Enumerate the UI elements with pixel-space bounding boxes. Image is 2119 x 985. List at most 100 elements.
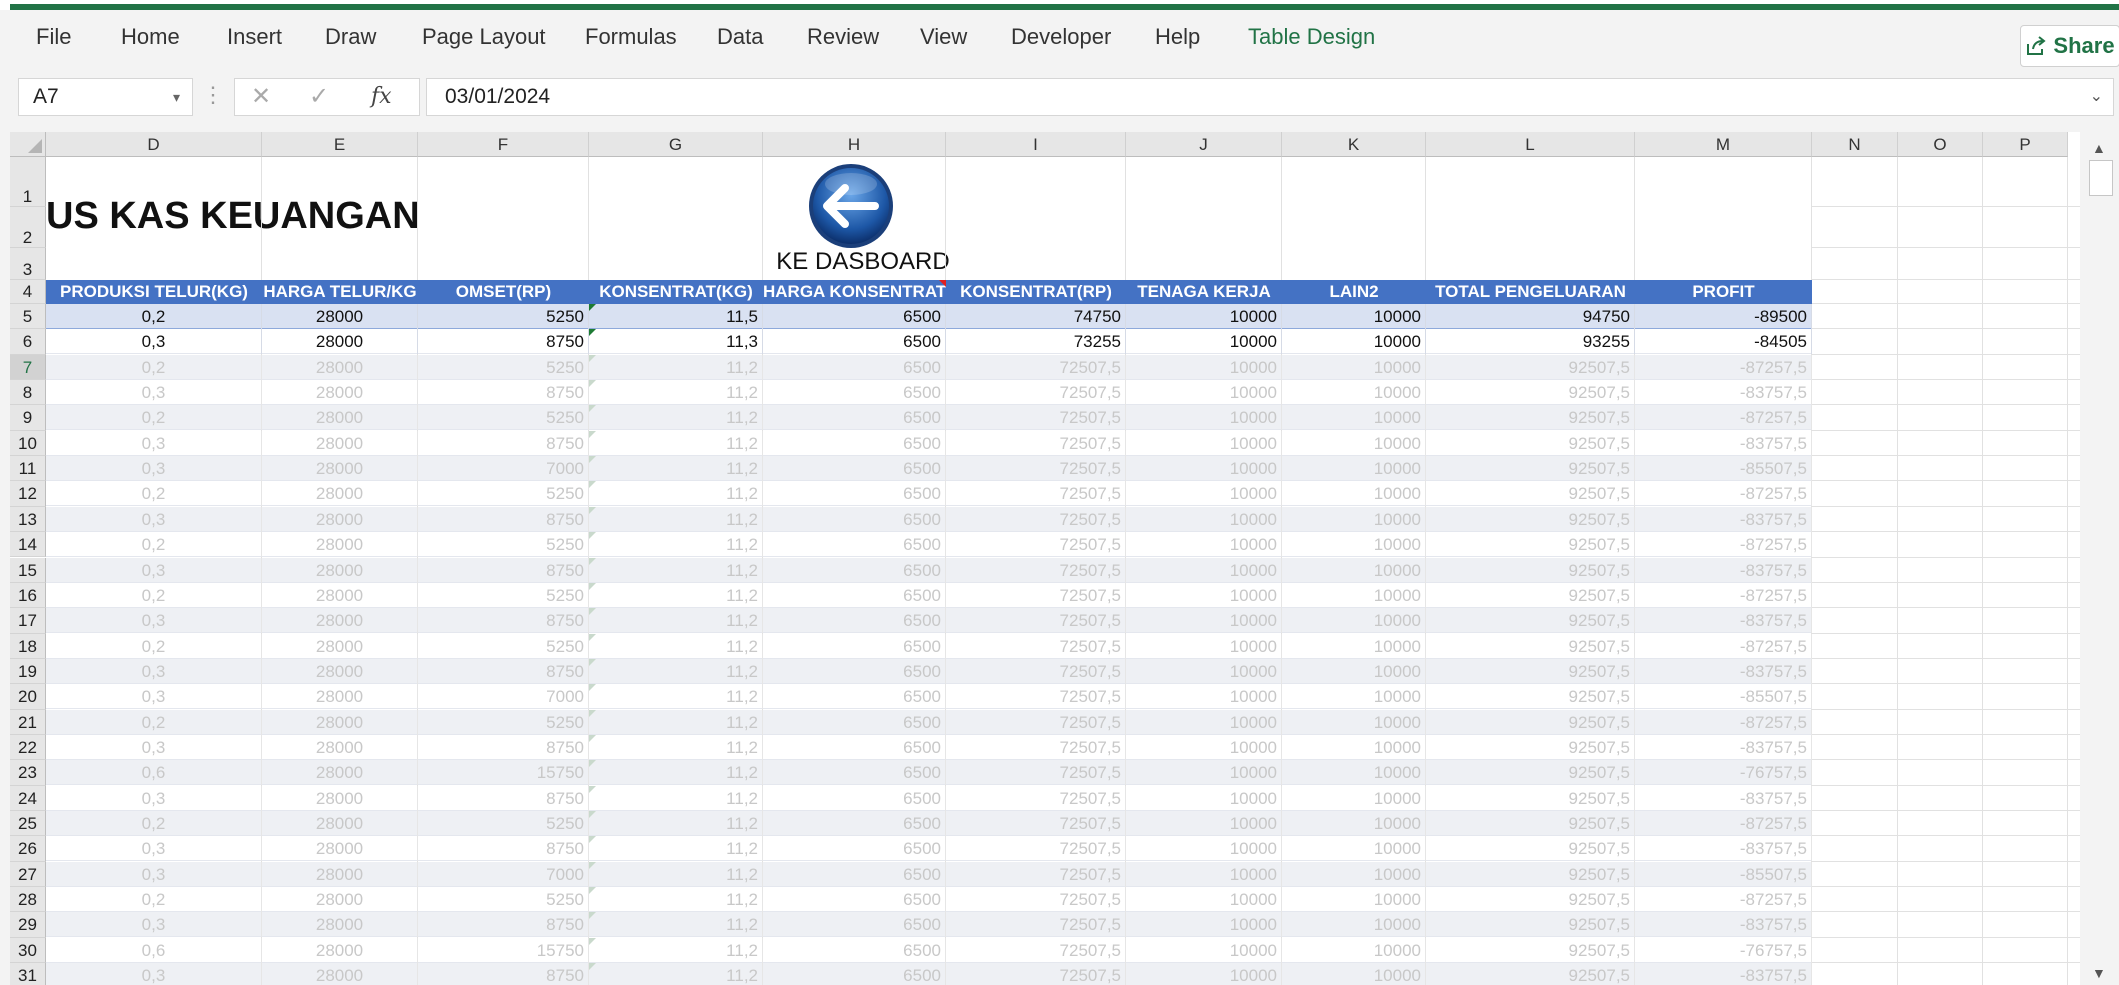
- table-cell[interactable]: 28000: [262, 380, 418, 406]
- row-header[interactable]: 20: [10, 684, 46, 710]
- table-cell[interactable]: 6500: [763, 861, 946, 887]
- table-cell[interactable]: 72507,5: [946, 380, 1126, 406]
- table-cell[interactable]: 10000: [1126, 456, 1282, 482]
- table-cell[interactable]: -83757,5: [1635, 836, 1812, 862]
- table-cell[interactable]: 5250: [418, 887, 589, 913]
- table-cell[interactable]: 10000: [1282, 734, 1426, 760]
- expand-formula-icon[interactable]: ⌄: [2090, 79, 2103, 115]
- table-cell[interactable]: 6500: [763, 785, 946, 811]
- table-cell[interactable]: 28000: [262, 912, 418, 938]
- table-cell[interactable]: 10000: [1126, 304, 1282, 329]
- column-header-j[interactable]: J: [1126, 132, 1282, 157]
- table-cell[interactable]: 10000: [1126, 506, 1282, 532]
- table-cell[interactable]: 10000: [1282, 608, 1426, 634]
- table-cell[interactable]: 28000: [262, 836, 418, 862]
- table-cell[interactable]: 72507,5: [946, 811, 1126, 836]
- table-cell[interactable]: -83757,5: [1635, 380, 1812, 406]
- tab-formulas[interactable]: Formulas: [585, 24, 677, 50]
- table-cell[interactable]: 11,2: [589, 734, 763, 760]
- table-cell[interactable]: 10000: [1282, 937, 1426, 963]
- column-header-n[interactable]: N: [1812, 132, 1898, 157]
- table-cell[interactable]: 5250: [418, 811, 589, 836]
- table-cell[interactable]: 0,3: [46, 329, 262, 355]
- table-cell[interactable]: 92507,5: [1426, 481, 1635, 507]
- table-cell[interactable]: 10000: [1126, 937, 1282, 963]
- tab-file[interactable]: File: [36, 24, 71, 50]
- name-box[interactable]: A7 ▾: [18, 78, 193, 116]
- table-cell[interactable]: 28000: [262, 506, 418, 532]
- row-header[interactable]: 2: [10, 207, 46, 248]
- table-cell[interactable]: 15750: [418, 937, 589, 963]
- table-cell[interactable]: 72507,5: [946, 532, 1126, 558]
- table-cell[interactable]: 11,2: [589, 557, 763, 583]
- table-cell[interactable]: 93255: [1426, 329, 1635, 355]
- table-cell[interactable]: 92507,5: [1426, 506, 1635, 532]
- table-cell[interactable]: -87257,5: [1635, 532, 1812, 558]
- table-cell[interactable]: 28000: [262, 811, 418, 836]
- table-cell[interactable]: 10000: [1126, 329, 1282, 355]
- scroll-down-icon[interactable]: ▼: [2092, 965, 2106, 981]
- table-cell[interactable]: 28000: [262, 456, 418, 482]
- table-cell[interactable]: 6500: [763, 304, 946, 329]
- table-cell[interactable]: 11,2: [589, 760, 763, 786]
- table-cell[interactable]: 0,2: [46, 304, 262, 329]
- table-cell[interactable]: 92507,5: [1426, 380, 1635, 406]
- table-cell[interactable]: 11,2: [589, 811, 763, 836]
- table-cell[interactable]: -76757,5: [1635, 760, 1812, 786]
- table-cell[interactable]: 72507,5: [946, 633, 1126, 659]
- table-cell[interactable]: 72507,5: [946, 760, 1126, 786]
- table-cell[interactable]: 11,2: [589, 456, 763, 482]
- table-header-cell[interactable]: HARGA KONSENTRAT: [763, 280, 946, 304]
- table-cell[interactable]: 0,3: [46, 380, 262, 406]
- table-cell[interactable]: 5250: [418, 582, 589, 608]
- table-cell[interactable]: 11,5: [589, 304, 763, 329]
- table-cell[interactable]: 10000: [1126, 912, 1282, 938]
- table-cell[interactable]: 6500: [763, 582, 946, 608]
- table-cell[interactable]: 6500: [763, 912, 946, 938]
- dashboard-back-button[interactable]: [805, 160, 897, 252]
- row-header[interactable]: 4: [10, 280, 46, 304]
- table-cell[interactable]: 72507,5: [946, 481, 1126, 507]
- worksheet-grid[interactable]: US KAS KEUANGAN KE DASBOARD DEFGHIJKLMNO…: [10, 132, 2080, 985]
- table-cell[interactable]: -87257,5: [1635, 582, 1812, 608]
- table-cell[interactable]: 6500: [763, 658, 946, 684]
- row-header[interactable]: 13: [10, 506, 46, 533]
- table-cell[interactable]: 94750: [1426, 304, 1635, 329]
- table-cell[interactable]: 5250: [418, 532, 589, 558]
- table-cell[interactable]: 10000: [1282, 304, 1426, 329]
- row-header[interactable]: 21: [10, 709, 46, 735]
- column-header-o[interactable]: O: [1898, 132, 1983, 157]
- table-cell[interactable]: 10000: [1282, 633, 1426, 659]
- table-cell[interactable]: 10000: [1282, 329, 1426, 355]
- table-cell[interactable]: 10000: [1282, 430, 1426, 456]
- table-cell[interactable]: 11,2: [589, 937, 763, 963]
- table-cell[interactable]: 6500: [763, 633, 946, 659]
- table-cell[interactable]: 6500: [763, 506, 946, 532]
- table-cell[interactable]: 72507,5: [946, 608, 1126, 634]
- table-cell[interactable]: 11,2: [589, 532, 763, 558]
- select-all-corner[interactable]: [10, 132, 46, 157]
- table-cell[interactable]: 10000: [1282, 354, 1426, 380]
- table-cell[interactable]: 10000: [1126, 785, 1282, 811]
- table-cell[interactable]: 0,3: [46, 684, 262, 710]
- table-cell[interactable]: -87257,5: [1635, 633, 1812, 659]
- column-header-k[interactable]: K: [1282, 132, 1426, 157]
- table-cell[interactable]: 28000: [262, 405, 418, 431]
- tab-home[interactable]: Home: [121, 24, 180, 50]
- table-cell[interactable]: 92507,5: [1426, 456, 1635, 482]
- column-header-l[interactable]: L: [1426, 132, 1635, 157]
- table-cell[interactable]: 92507,5: [1426, 557, 1635, 583]
- column-header-g[interactable]: G: [589, 132, 763, 157]
- table-cell[interactable]: 6500: [763, 354, 946, 380]
- table-cell[interactable]: 72507,5: [946, 709, 1126, 735]
- table-cell[interactable]: 6500: [763, 760, 946, 786]
- table-cell[interactable]: 8750: [418, 785, 589, 811]
- table-cell[interactable]: -87257,5: [1635, 887, 1812, 913]
- table-cell[interactable]: 11,2: [589, 912, 763, 938]
- table-cell[interactable]: 92507,5: [1426, 354, 1635, 380]
- table-cell[interactable]: 72507,5: [946, 354, 1126, 380]
- table-header-cell[interactable]: KONSENTRAT(KG): [589, 280, 763, 304]
- table-cell[interactable]: 0,3: [46, 658, 262, 684]
- table-cell[interactable]: -83757,5: [1635, 963, 1812, 985]
- tab-page-layout[interactable]: Page Layout: [422, 24, 546, 50]
